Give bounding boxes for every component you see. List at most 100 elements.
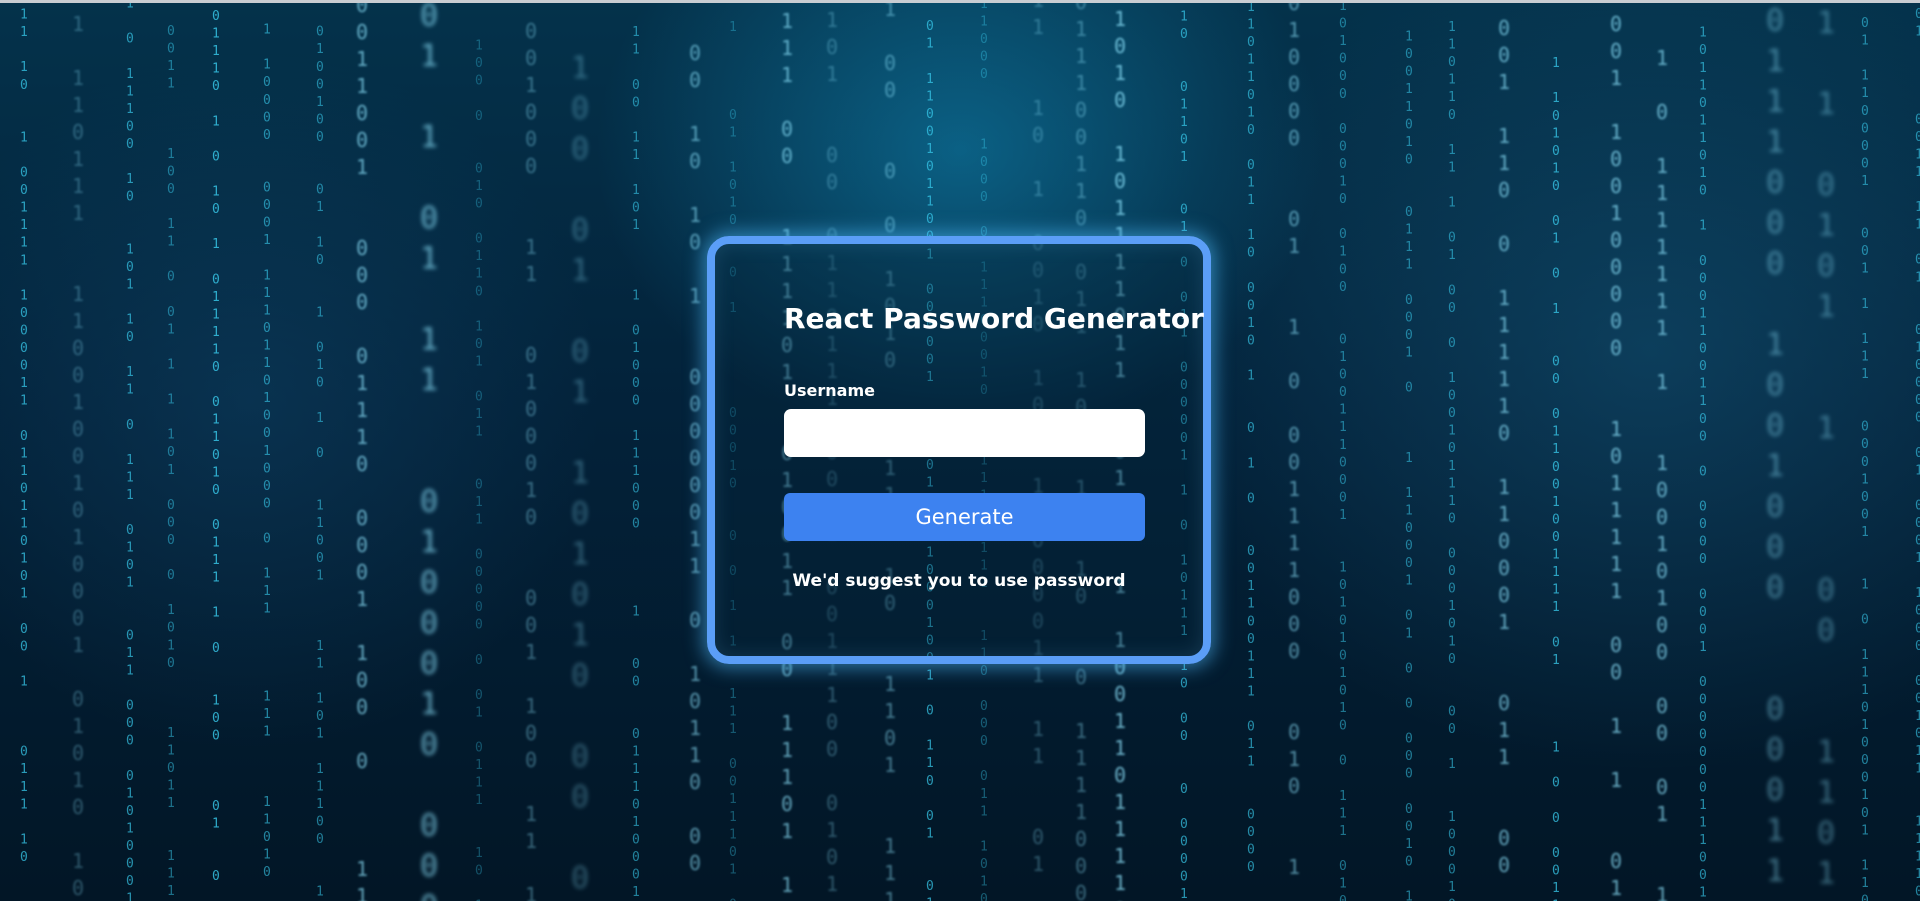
svg-text:1: 1 bbox=[72, 12, 84, 36]
svg-text:0: 0 bbox=[1448, 406, 1456, 421]
svg-text:1: 1 bbox=[20, 218, 28, 233]
svg-text:0: 0 bbox=[1288, 720, 1300, 744]
svg-text:0: 0 bbox=[571, 132, 589, 167]
suggestion-text: We'd suggest you to use password bbox=[792, 571, 1126, 591]
svg-text:1: 1 bbox=[884, 888, 896, 901]
svg-text:0: 0 bbox=[1915, 376, 1920, 391]
svg-text:0: 0 bbox=[525, 100, 537, 124]
svg-text:1: 1 bbox=[1656, 235, 1668, 259]
svg-text:0: 0 bbox=[729, 757, 737, 772]
svg-text:1: 1 bbox=[1699, 78, 1707, 93]
svg-text:1: 1 bbox=[525, 73, 537, 97]
svg-text:0: 0 bbox=[826, 791, 838, 815]
generate-button[interactable]: Generate bbox=[784, 493, 1145, 541]
svg-text:0: 0 bbox=[1610, 444, 1622, 468]
svg-text:0: 0 bbox=[420, 728, 438, 763]
svg-text:0: 0 bbox=[1498, 556, 1510, 580]
svg-text:0: 0 bbox=[571, 578, 589, 613]
svg-text:1: 1 bbox=[1817, 209, 1835, 244]
svg-text:1: 1 bbox=[1766, 125, 1784, 160]
svg-text:1: 1 bbox=[689, 527, 701, 551]
svg-text:0: 0 bbox=[1915, 604, 1920, 619]
svg-text:0: 0 bbox=[356, 20, 368, 44]
svg-text:0: 0 bbox=[1915, 621, 1920, 636]
svg-text:0: 0 bbox=[167, 568, 175, 583]
svg-text:1: 1 bbox=[126, 663, 134, 678]
svg-text:0: 0 bbox=[1861, 771, 1869, 786]
svg-text:0: 0 bbox=[632, 517, 640, 532]
svg-text:0: 0 bbox=[1339, 648, 1347, 663]
svg-text:0: 0 bbox=[1405, 293, 1413, 308]
svg-text:1: 1 bbox=[263, 58, 271, 73]
svg-text:0: 0 bbox=[689, 824, 701, 848]
svg-text:1: 1 bbox=[525, 235, 537, 259]
svg-text:0: 0 bbox=[126, 839, 134, 854]
svg-text:1: 1 bbox=[20, 832, 28, 847]
svg-text:0: 0 bbox=[356, 290, 368, 314]
svg-text:0: 0 bbox=[263, 496, 271, 511]
svg-text:0: 0 bbox=[1817, 168, 1835, 203]
svg-text:0: 0 bbox=[20, 166, 28, 181]
svg-text:1: 1 bbox=[212, 185, 220, 200]
svg-text:1: 1 bbox=[1656, 586, 1668, 610]
svg-text:0: 0 bbox=[1448, 231, 1456, 246]
svg-text:1: 1 bbox=[729, 160, 737, 175]
svg-text:0: 0 bbox=[1699, 96, 1707, 111]
svg-text:0: 0 bbox=[167, 621, 175, 636]
svg-text:0: 0 bbox=[525, 19, 537, 43]
svg-text:0: 0 bbox=[1405, 117, 1413, 132]
svg-text:1: 1 bbox=[1114, 61, 1126, 85]
svg-text:1: 1 bbox=[1075, 179, 1087, 203]
svg-text:1: 1 bbox=[729, 862, 737, 877]
svg-text:0: 0 bbox=[729, 108, 737, 123]
svg-text:0: 0 bbox=[1766, 692, 1784, 727]
svg-text:0: 0 bbox=[1861, 437, 1869, 452]
svg-text:1: 1 bbox=[729, 20, 737, 35]
svg-text:1: 1 bbox=[1405, 258, 1413, 273]
svg-text:0: 0 bbox=[167, 42, 175, 57]
svg-text:1: 1 bbox=[20, 376, 28, 391]
svg-text:0: 0 bbox=[1552, 179, 1560, 194]
svg-text:1: 1 bbox=[1032, 852, 1044, 876]
svg-text:1: 1 bbox=[525, 802, 537, 826]
svg-text:0: 0 bbox=[1610, 39, 1622, 63]
svg-text:1: 1 bbox=[263, 23, 271, 38]
svg-text:1: 1 bbox=[729, 827, 737, 842]
svg-text:0: 0 bbox=[1339, 859, 1347, 874]
svg-text:1: 1 bbox=[1288, 504, 1300, 528]
svg-text:0: 0 bbox=[525, 397, 537, 421]
svg-text:0: 0 bbox=[980, 717, 988, 732]
svg-text:0: 0 bbox=[356, 749, 368, 773]
svg-text:1: 1 bbox=[72, 201, 84, 225]
svg-text:1: 1 bbox=[1699, 886, 1707, 901]
svg-text:1: 1 bbox=[1247, 316, 1255, 331]
svg-text:0: 0 bbox=[475, 863, 483, 878]
svg-text:0: 0 bbox=[167, 533, 175, 548]
svg-text:1: 1 bbox=[126, 488, 134, 503]
svg-text:1: 1 bbox=[420, 39, 438, 74]
svg-text:0: 0 bbox=[72, 120, 84, 144]
svg-text:0: 0 bbox=[316, 253, 324, 268]
svg-text:0: 0 bbox=[1766, 166, 1784, 201]
svg-text:0: 0 bbox=[1699, 851, 1707, 866]
svg-text:0: 0 bbox=[475, 565, 483, 580]
svg-text:1: 1 bbox=[826, 683, 838, 707]
svg-text:1: 1 bbox=[1552, 425, 1560, 440]
svg-text:0: 0 bbox=[1405, 661, 1413, 676]
svg-text:0: 0 bbox=[167, 182, 175, 197]
svg-text:1: 1 bbox=[1861, 86, 1869, 101]
svg-text:0: 0 bbox=[475, 197, 483, 212]
svg-text:1: 1 bbox=[167, 849, 175, 864]
svg-text:1: 1 bbox=[1861, 823, 1869, 838]
svg-text:0: 0 bbox=[20, 534, 28, 549]
svg-text:1: 1 bbox=[72, 174, 84, 198]
username-input[interactable] bbox=[784, 409, 1145, 457]
svg-text:1: 1 bbox=[632, 183, 640, 198]
svg-text:0: 0 bbox=[1861, 507, 1869, 522]
svg-text:1: 1 bbox=[263, 338, 271, 353]
svg-text:1: 1 bbox=[475, 512, 483, 527]
svg-text:1: 1 bbox=[525, 640, 537, 664]
svg-text:0: 0 bbox=[316, 446, 324, 461]
svg-text:1: 1 bbox=[1180, 10, 1188, 25]
svg-text:0: 0 bbox=[1699, 780, 1707, 795]
